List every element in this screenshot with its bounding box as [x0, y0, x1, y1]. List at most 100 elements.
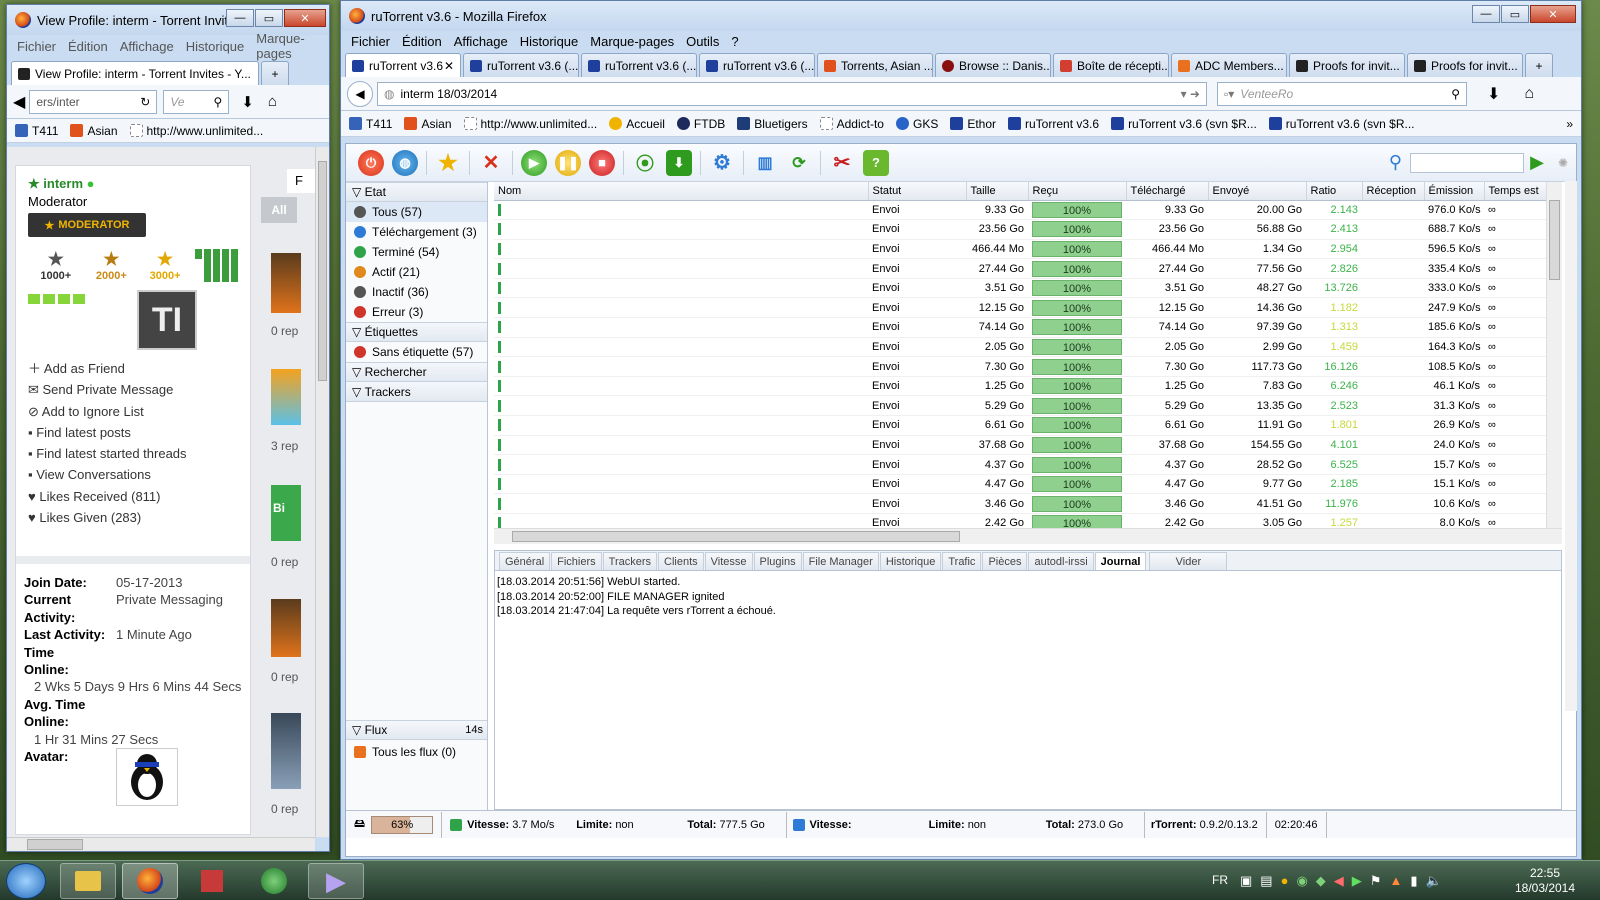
- section-trackers[interactable]: ▽ Trackers: [346, 382, 487, 402]
- left-vertical-scrollbar[interactable]: [315, 147, 329, 837]
- stop-button[interactable]: ■: [589, 149, 615, 176]
- tray-utorrent-icon[interactable]: ◉: [1296, 873, 1307, 889]
- tray-nvidia-icon[interactable]: ◆: [1316, 873, 1326, 889]
- details-tab-fichiers[interactable]: Fichiers: [551, 552, 602, 570]
- new-tab-button[interactable]: +: [261, 61, 289, 85]
- table-row[interactable]: Envoi 12.15 Go 100% 12.15 Go 14.36 Go 1.182 24…: [494, 297, 1546, 319]
- menu-edition[interactable]: Édition: [402, 34, 442, 49]
- details-tab-pi-ces[interactable]: Pièces: [982, 552, 1028, 570]
- ul-limit[interactable]: non: [968, 819, 1034, 831]
- table-row[interactable]: Envoi 7.30 Go 100% 7.30 Go 117.73 Go 16.126 10…: [494, 356, 1546, 377]
- bookmark-ftdb[interactable]: FTDB: [676, 117, 725, 131]
- favorite-button[interactable]: ★: [435, 150, 461, 176]
- menu-help[interactable]: ?: [731, 34, 738, 49]
- tab-rutorrent-4[interactable]: ruTorrent v3.6 (...: [699, 53, 815, 77]
- tab-rutorrent-1[interactable]: ruTorrent v3.6 ✕: [345, 53, 461, 77]
- filter-error[interactable]: Erreur (3): [346, 302, 487, 322]
- thread-thumb-3[interactable]: Bi: [271, 485, 301, 541]
- columns-button[interactable]: ▥: [752, 150, 778, 176]
- details-tab-vitesse[interactable]: Vitesse: [704, 552, 753, 570]
- details-tab-vider[interactable]: Vider: [1149, 552, 1228, 570]
- add-torrent-button[interactable]: ⏻: [358, 149, 384, 176]
- bookmark-unlimited[interactable]: http://www.unlimited...: [463, 117, 597, 131]
- menu-affichage[interactable]: Affichage: [454, 34, 508, 49]
- refresh-button[interactable]: ⟳: [786, 150, 812, 176]
- tray-app-icon[interactable]: ▣: [1240, 873, 1252, 889]
- col-envoye[interactable]: Envoyé: [1208, 182, 1307, 201]
- section-etat[interactable]: ▽ Etat: [346, 182, 487, 202]
- add-url-button[interactable]: ◍: [392, 149, 418, 176]
- table-horizontal-scrollbar[interactable]: [494, 528, 1562, 544]
- ignore-link[interactable]: ⊘ Add to Ignore List: [28, 401, 238, 422]
- search-engine-icon[interactable]: ▫▾: [1224, 87, 1234, 101]
- likes-received-link[interactable]: ♥ Likes Received (811): [28, 486, 238, 507]
- minimize-button[interactable]: —: [1472, 5, 1500, 23]
- bookmark-unlimited[interactable]: http://www.unlimited...: [129, 124, 263, 138]
- filter-all-feeds[interactable]: Tous les flux (0): [346, 742, 487, 762]
- bookmark-gks[interactable]: GKS: [895, 117, 938, 131]
- col-temps-est[interactable]: Temps est: [1484, 182, 1546, 201]
- download-icon[interactable]: ⬇: [1487, 84, 1500, 104]
- details-tab-trackers[interactable]: Trackers: [602, 552, 658, 570]
- details-tab-clients[interactable]: Clients: [658, 552, 704, 570]
- table-row[interactable]: Envoi 5.29 Go 100% 5.29 Go 13.35 Go 2.523 31.3…: [494, 395, 1546, 417]
- back-icon[interactable]: ◀: [347, 80, 373, 107]
- tray-play-icon[interactable]: ▶: [1352, 873, 1362, 889]
- thread-thumb-4[interactable]: [271, 599, 301, 657]
- bookmark-asian[interactable]: Asian: [404, 117, 452, 131]
- taskbar-explorer[interactable]: [60, 863, 116, 899]
- details-tab-trafic[interactable]: Trafic: [942, 552, 982, 570]
- table-row[interactable]: Envoi 6.61 Go 100% 6.61 Go 11.91 Go 1.801 26.9…: [494, 415, 1546, 436]
- tray-badge-icon[interactable]: ▲: [1389, 873, 1402, 889]
- details-tab-plugins[interactable]: Plugins: [753, 552, 802, 570]
- main-url-bar[interactable]: ◍ interm 18/03/2014 ▾ ➜: [377, 81, 1207, 106]
- tab-rutorrent-3[interactable]: ruTorrent v3.6 (...: [581, 53, 697, 77]
- details-tab-g-n-ral[interactable]: Général: [499, 552, 551, 570]
- help-button[interactable]: ?: [863, 149, 889, 176]
- menu-edition[interactable]: Édition: [68, 39, 108, 54]
- taskbar-media[interactable]: ▶: [308, 863, 364, 899]
- section-flux[interactable]: ▽ Flux 14s: [346, 720, 487, 740]
- home-icon[interactable]: ⌂: [268, 93, 277, 110]
- torrent-search-input[interactable]: [1410, 152, 1525, 173]
- go-icon[interactable]: ▾ ➜: [1181, 87, 1200, 101]
- thread-thumb-5[interactable]: [271, 713, 301, 789]
- likes-given-link[interactable]: ♥ Likes Given (283): [28, 507, 238, 528]
- col-nom[interactable]: Nom: [494, 182, 869, 201]
- tab-torrents-asian[interactable]: Torrents, Asian ...: [817, 53, 933, 77]
- col-recu[interactable]: Reçu: [1028, 182, 1127, 201]
- table-row[interactable]: Envoi 3.46 Go 100% 3.46 Go 41.51 Go 11.976 10.…: [494, 493, 1546, 514]
- tab-all[interactable]: All: [261, 197, 297, 223]
- tray-red-icon[interactable]: ◀: [1334, 873, 1344, 889]
- section-etiquettes[interactable]: ▽ Étiquettes: [346, 322, 487, 342]
- thread-thumb-2[interactable]: [271, 369, 301, 425]
- table-row[interactable]: Envoi 3.51 Go 100% 3.51 Go 48.27 Go 13.726 333…: [494, 278, 1546, 299]
- send-pm-link[interactable]: ✉ Send Private Message: [28, 379, 238, 400]
- menu-outils[interactable]: Outils: [686, 34, 719, 49]
- close-button[interactable]: ✕: [284, 9, 326, 27]
- add-friend-link[interactable]: ＋ Add as Friend: [28, 358, 238, 379]
- latest-threads-link[interactable]: ▪ Find latest started threads: [28, 443, 238, 464]
- maximize-button[interactable]: ▭: [255, 9, 283, 27]
- table-row[interactable]: Envoi 1.25 Go 100% 1.25 Go 7.83 Go 6.246 46.1 …: [494, 376, 1546, 397]
- table-row[interactable]: Envoi 2.05 Go 100% 2.05 Go 2.99 Go 1.459 164.3…: [494, 337, 1546, 358]
- left-search-bar[interactable]: Ve ⚲: [163, 89, 230, 114]
- main-search-bar[interactable]: ▫▾ VenteeRo ⚲: [1217, 81, 1467, 106]
- table-row[interactable]: Envoi 37.68 Go 100% 37.68 Go 154.55 Go 4.101 2…: [494, 435, 1546, 456]
- section-rechercher[interactable]: ▽ Rechercher: [346, 362, 487, 382]
- tray-status-icon[interactable]: ●: [1281, 873, 1289, 889]
- home-icon[interactable]: ⌂: [1524, 85, 1534, 103]
- tools-button[interactable]: ✂: [829, 150, 855, 176]
- download-icon[interactable]: ⬇: [241, 93, 254, 111]
- bookmark-t411[interactable]: T411: [349, 117, 392, 131]
- username[interactable]: ★ interm ●: [28, 176, 238, 192]
- menu-affichage[interactable]: Affichage: [120, 39, 174, 54]
- latest-posts-link[interactable]: ▪ Find latest posts: [28, 422, 238, 443]
- clock[interactable]: 22:55 18/03/2014: [1500, 866, 1590, 896]
- close-tab-icon[interactable]: ✕: [444, 59, 454, 73]
- col-telecharge[interactable]: Téléchargé: [1126, 182, 1209, 201]
- search-icon[interactable]: ⚲: [1451, 87, 1460, 101]
- col-reception[interactable]: Réception: [1362, 182, 1425, 201]
- menu-fichier[interactable]: Fichier: [17, 39, 56, 54]
- pause-button[interactable]: ❚❚: [555, 149, 581, 176]
